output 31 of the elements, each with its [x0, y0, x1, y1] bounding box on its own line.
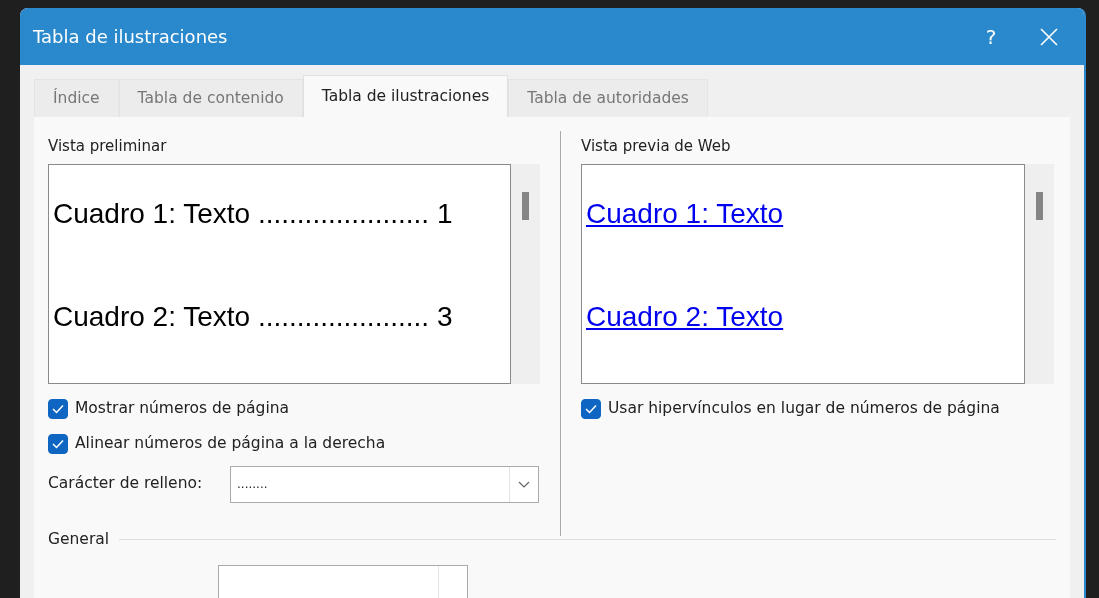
check-icon: [52, 439, 64, 449]
scrollbar[interactable]: [511, 163, 540, 384]
entry-text: Cuadro 1: Texto ......................: [53, 197, 430, 229]
checkbox[interactable]: [581, 399, 601, 419]
hyperlink[interactable]: Cuadro 1: Texto: [586, 197, 784, 229]
preview-label: Vista previa de Web: [581, 136, 732, 157]
window-title: Tabla de ilustraciones: [33, 25, 229, 49]
chevron-down-icon: [518, 480, 530, 488]
tab[interactable]: Tabla de contenido: [118, 79, 303, 117]
preview-label: Vista preliminar: [48, 136, 168, 157]
section-label: General: [48, 529, 110, 550]
leader-dropdown[interactable]: ........: [230, 465, 539, 503]
checkbox[interactable]: [48, 434, 68, 454]
check-icon: [52, 404, 64, 414]
hyperlink[interactable]: Cuadro 2: Texto: [586, 300, 784, 332]
help-button[interactable]: ?: [964, 8, 1018, 65]
field-label: Carácter de relleno:: [48, 473, 204, 495]
close-icon: [1040, 27, 1058, 46]
page-number: 1: [437, 197, 453, 229]
tab[interactable]: Tabla de ilustraciones: [302, 75, 509, 117]
format-dropdown[interactable]: [218, 565, 468, 598]
checkbox-label: Alinear números de página a la derecha: [75, 433, 386, 455]
checkbox[interactable]: [48, 399, 68, 419]
tab[interactable]: Índice: [34, 79, 119, 117]
checkbox-label: Mostrar números de página: [75, 398, 290, 420]
tab[interactable]: Tabla de autoridades: [508, 79, 708, 117]
entry-text: Cuadro 2: Texto ......................: [53, 300, 430, 332]
checkbox-label: Usar hipervínculos en lugar de números de página: [608, 398, 1000, 420]
page-number: 3: [437, 300, 453, 332]
scrollbar[interactable]: [1025, 163, 1054, 384]
check-icon: [585, 404, 597, 414]
